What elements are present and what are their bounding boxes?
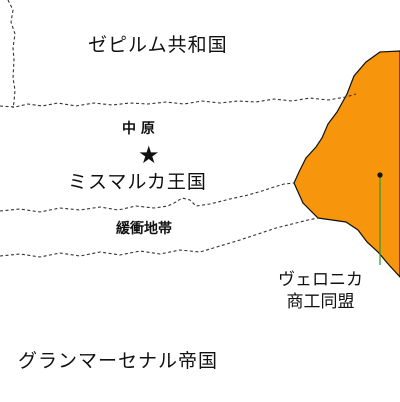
region-label-veronica-line2: 商工同盟 xyxy=(286,291,355,312)
region-label-buffer-zone: 緩衝地帯 xyxy=(116,221,172,237)
map-canvas: ゼピルム共和国 中 原 ★ ミスマルカ王国 緩衝地帯 ヴェロニカ 商工同盟 グラ… xyxy=(0,0,400,402)
region-label-veronica: ヴェロニカ 商工同盟 xyxy=(278,270,363,314)
region-label-zepirum: ゼピルム共和国 xyxy=(88,34,228,56)
border-topleft xyxy=(7,0,16,109)
region-dot xyxy=(377,172,383,178)
region-label-grandmercenal: グランマーセナル帝国 xyxy=(18,350,219,372)
border-north xyxy=(0,93,357,108)
region-label-veronica-line1: ヴェロニカ xyxy=(278,270,363,290)
map-base xyxy=(0,0,400,278)
veronica-region-area xyxy=(293,50,400,278)
region-label-mismaruka: ミスマルカ王国 xyxy=(68,171,207,193)
subregion-label-chugen: 中 原 xyxy=(122,121,155,137)
star-icon: ★ xyxy=(138,141,160,169)
